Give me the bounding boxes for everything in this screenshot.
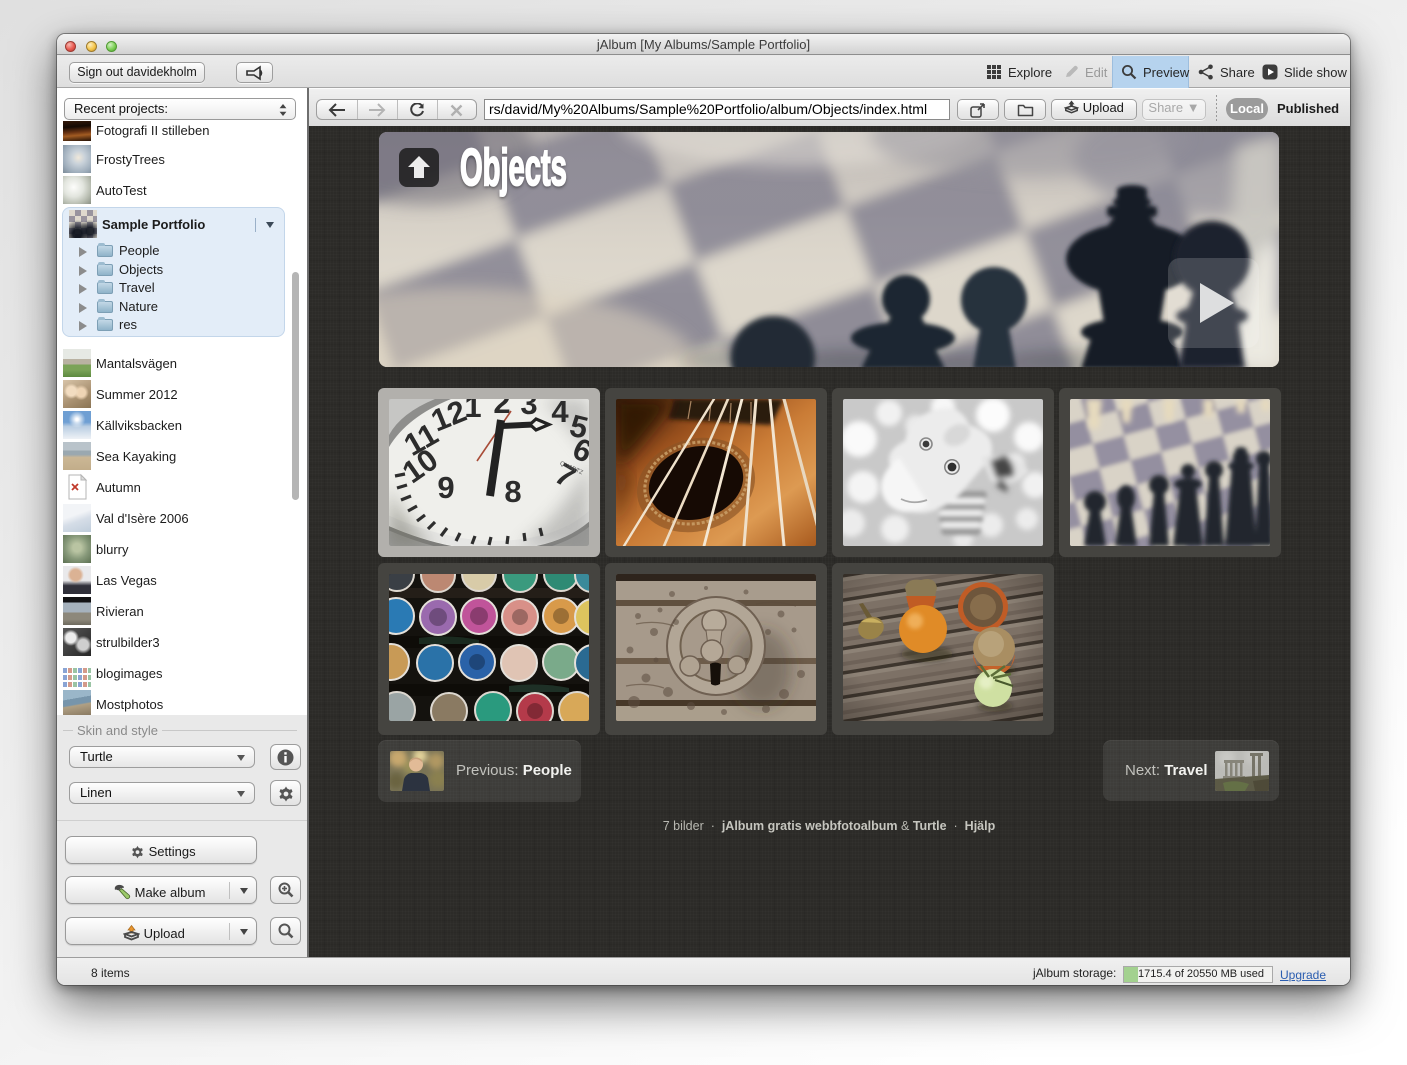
svg-text:9: 9: [437, 470, 454, 505]
svg-text:2: 2: [493, 399, 510, 420]
svg-text:4: 4: [551, 399, 569, 429]
svg-text:8: 8: [504, 474, 521, 509]
svg-text:3: 3: [520, 399, 537, 421]
svg-text:1: 1: [464, 399, 481, 424]
